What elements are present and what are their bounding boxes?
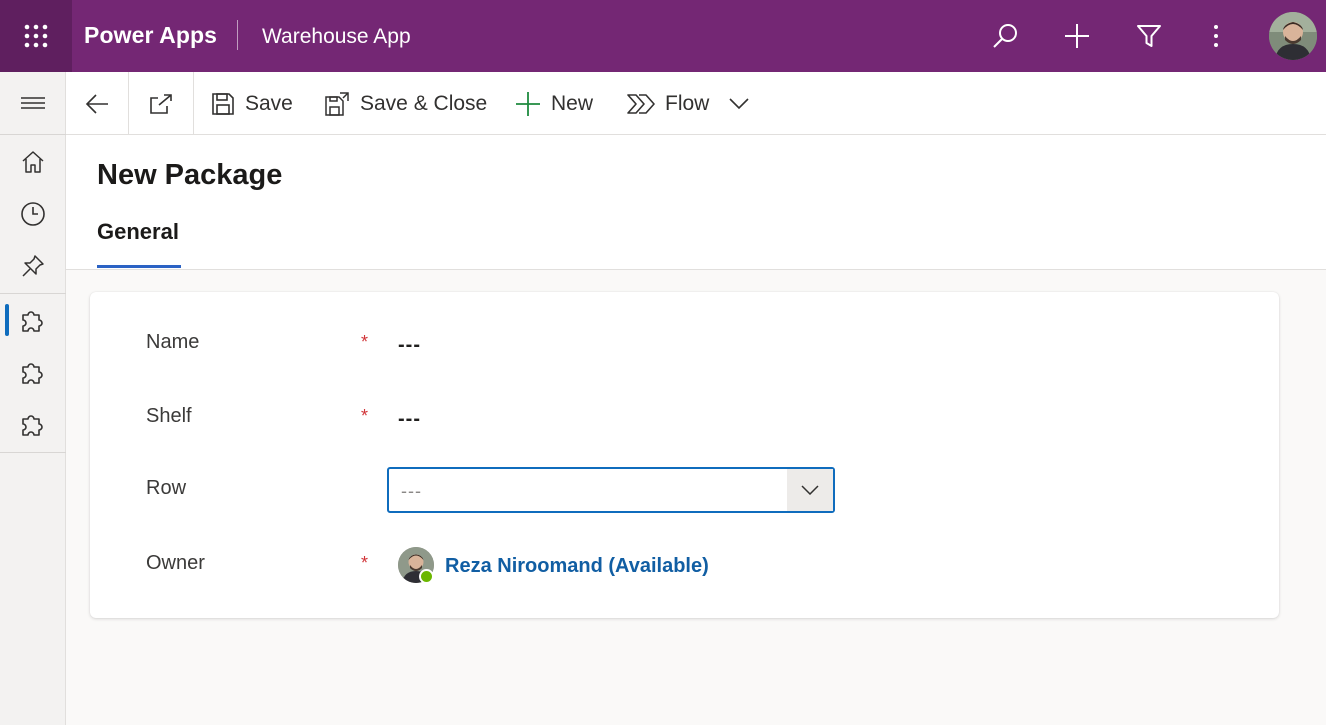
save-icon — [212, 92, 234, 115]
filter-button[interactable] — [1131, 18, 1167, 54]
form-header: New Package General — [66, 135, 1326, 270]
app-header: Power Apps Warehouse App — [0, 0, 1326, 72]
puzzle-icon — [22, 363, 43, 384]
row-selected-value: --- — [401, 481, 422, 501]
rail-divider — [0, 134, 66, 135]
presence-available-indicator — [419, 569, 434, 584]
new-label: New — [551, 91, 594, 115]
tab-selected-indicator — [97, 265, 181, 268]
more-options-button[interactable] — [1198, 18, 1234, 54]
rail-item-recent[interactable] — [0, 188, 66, 240]
form-section: Name * --- Shelf * --- Row --- Owner * R… — [90, 292, 1279, 618]
save-button[interactable]: Save — [211, 72, 293, 135]
back-arrow-icon — [85, 93, 108, 114]
rail-item-home[interactable] — [0, 136, 66, 188]
brand-name[interactable]: Power Apps — [84, 22, 217, 49]
site-map-rail — [0, 72, 66, 725]
search-button[interactable] — [987, 18, 1023, 54]
hamburger-icon — [21, 97, 45, 109]
owner-required-marker: * — [361, 553, 369, 573]
save-close-label: Save & Close — [360, 91, 488, 115]
command-bar: Save Save & Close New Flow — [66, 72, 1326, 135]
pop-out-icon — [150, 93, 172, 114]
search-icon — [993, 24, 1017, 48]
header-divider — [237, 20, 238, 50]
rail-divider — [0, 452, 66, 453]
save-close-icon — [325, 91, 349, 116]
name-required-marker: * — [361, 332, 369, 352]
new-item-button[interactable] — [1059, 18, 1095, 54]
app-name[interactable]: Warehouse App — [262, 25, 411, 49]
back-button[interactable] — [66, 72, 129, 135]
rail-item-entity-2[interactable] — [0, 346, 66, 398]
chevron-down-icon[interactable] — [729, 97, 749, 110]
open-in-new-window-button[interactable] — [129, 72, 194, 135]
owner-link[interactable]: Reza Niroomand (Available) — [445, 555, 709, 578]
puzzle-icon — [22, 415, 43, 436]
row-dropdown-button[interactable] — [787, 469, 833, 511]
rail-item-entity-1[interactable] — [0, 294, 66, 346]
name-field[interactable]: --- — [398, 334, 421, 357]
name-label: Name — [146, 331, 200, 353]
shelf-required-marker: * — [361, 406, 369, 426]
site-map-toggle[interactable] — [0, 77, 66, 129]
new-record-button[interactable]: New — [515, 72, 593, 135]
clock-icon — [21, 202, 45, 226]
rail-item-pinned[interactable] — [0, 240, 66, 292]
filter-icon — [1137, 25, 1161, 47]
plus-icon — [516, 91, 540, 116]
add-icon — [1065, 24, 1089, 48]
rail-item-entity-3[interactable] — [0, 398, 66, 450]
row-select[interactable]: --- — [387, 467, 835, 513]
flow-icon — [627, 93, 655, 114]
app-launcher-button[interactable] — [0, 0, 72, 72]
shelf-field[interactable]: --- — [398, 408, 421, 431]
home-icon — [22, 151, 44, 173]
flow-label: Flow — [665, 91, 710, 115]
owner-label: Owner — [146, 552, 205, 574]
tab-general[interactable]: General — [97, 219, 179, 245]
chevron-down-icon — [801, 485, 819, 495]
shelf-label: Shelf — [146, 405, 192, 427]
flow-button[interactable]: Flow — [627, 72, 749, 135]
row-label: Row — [146, 477, 187, 499]
user-photo-icon — [1269, 12, 1317, 60]
save-label: Save — [245, 91, 293, 115]
save-and-close-button[interactable]: Save & Close — [324, 72, 487, 135]
waffle-icon — [24, 24, 48, 48]
pin-icon — [22, 255, 44, 277]
page-title: New Package — [97, 159, 283, 191]
puzzle-icon — [22, 311, 43, 332]
user-avatar[interactable] — [1269, 12, 1317, 60]
more-icon — [1214, 25, 1218, 47]
